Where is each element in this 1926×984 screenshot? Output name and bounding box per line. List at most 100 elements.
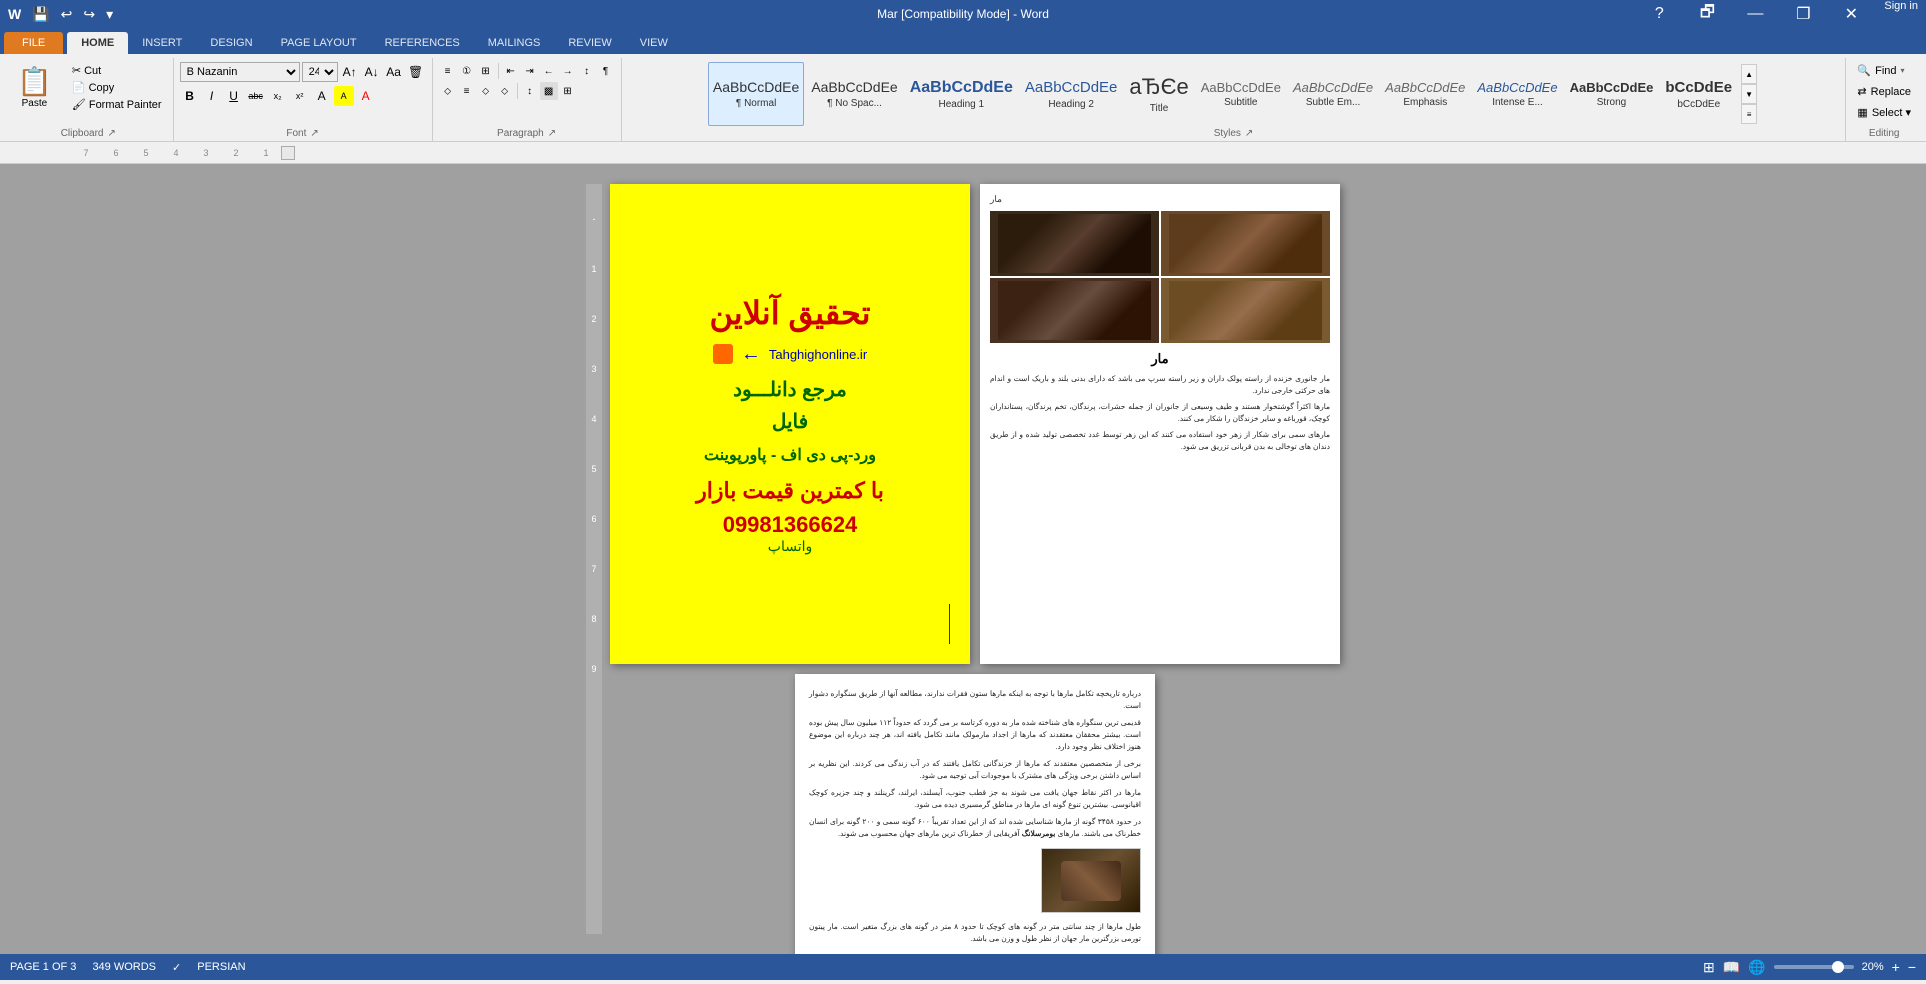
font-color-button[interactable]: A xyxy=(356,86,376,106)
borders-button[interactable]: ⊞ xyxy=(559,82,577,100)
style-no-spacing[interactable]: AaBbCcDdEe ¶ No Spac... xyxy=(806,62,902,126)
page-2-content: مار xyxy=(980,184,1340,664)
italic-button[interactable]: I xyxy=(202,86,222,106)
tab-insert[interactable]: INSERT xyxy=(128,32,196,54)
subscript-button[interactable]: x₂ xyxy=(268,86,288,106)
bullets-button[interactable]: ≡ xyxy=(439,62,457,80)
zoom-out-button[interactable]: − xyxy=(1908,959,1916,975)
find-button[interactable]: 🔍 Find ▾ xyxy=(1852,62,1909,79)
style-heading1[interactable]: AaBbCcDdEe Heading 1 xyxy=(905,62,1018,126)
bold-button[interactable]: B xyxy=(180,86,200,106)
styles-scroll-up[interactable]: ▲ xyxy=(1741,64,1757,84)
help-button[interactable]: ? xyxy=(1636,0,1682,28)
zoom-slider[interactable] xyxy=(1774,965,1854,969)
numbering-button[interactable]: ① xyxy=(458,62,476,80)
text-effects-button[interactable]: A xyxy=(312,86,332,106)
paragraph-expand-icon[interactable]: ↗ xyxy=(548,128,556,139)
zoom-thumb xyxy=(1832,961,1844,973)
style-title[interactable]: aЂЄe Title xyxy=(1124,62,1193,126)
page-2[interactable]: مار xyxy=(980,184,1340,664)
sort-button[interactable]: ↕ xyxy=(578,62,596,80)
tab-design[interactable]: DESIGN xyxy=(196,32,266,54)
restore-button[interactable]: 🗗 xyxy=(1684,0,1730,28)
ad-body: مرجع دانلـــودفایل ورد-پی دی اف - پاورپو… xyxy=(696,374,884,470)
style-heading2[interactable]: AaBbCcDdEe Heading 2 xyxy=(1020,62,1123,126)
text-highlight-button[interactable]: A xyxy=(334,86,354,106)
page3-para6: طول مارها از چند سانتی متر در گونه های ک… xyxy=(809,921,1141,945)
align-center-button[interactable]: ≡ xyxy=(458,82,476,100)
minimize-button[interactable]: — xyxy=(1732,0,1778,28)
ltr-button[interactable]: → xyxy=(559,62,577,80)
style-intense-emphasis-label: Intense E... xyxy=(1492,97,1543,108)
line-spacing-button[interactable]: ↕ xyxy=(521,82,539,100)
multilevel-list-button[interactable]: ⊞ xyxy=(477,62,495,80)
ruler-marker[interactable] xyxy=(281,146,295,160)
strikethrough-button[interactable]: abc xyxy=(246,86,266,106)
font-size-select[interactable]: 24 xyxy=(302,62,338,82)
cut-button[interactable]: ✂ Cut xyxy=(67,62,167,79)
page-1[interactable]: تحقیق آنلاین Tahghighonline.ir ← مرجع دا… xyxy=(610,184,970,664)
align-right-button[interactable]: ⬦ xyxy=(477,82,495,100)
increase-indent-button[interactable]: ⇥ xyxy=(521,62,539,80)
signin-label[interactable]: Sign in xyxy=(1884,0,1918,28)
page-3[interactable]: درباره تاریخچه تکامل مارها با توجه به ای… xyxy=(795,674,1155,954)
style-strong[interactable]: AaBbCcDdEe Strong xyxy=(1565,62,1659,126)
styles-expand-icon[interactable]: ↗ xyxy=(1245,128,1253,139)
close-button[interactable]: ✕ xyxy=(1828,0,1874,28)
style-subtitle[interactable]: AaBbCcDdEe Subtitle xyxy=(1196,62,1286,126)
rtl-button[interactable]: ← xyxy=(540,62,558,80)
zoom-in-button[interactable]: + xyxy=(1892,959,1900,975)
font-group-label: Font xyxy=(286,128,306,139)
redo-button[interactable]: ↪ xyxy=(79,4,99,25)
style-bccdde[interactable]: bCcDdEe bCcDdEe xyxy=(1660,62,1737,126)
styles-scroll-down[interactable]: ▼ xyxy=(1741,84,1757,104)
show-hide-button[interactable]: ¶ xyxy=(597,62,615,80)
select-button[interactable]: ▦ Select ▾ xyxy=(1852,104,1916,121)
undo-button[interactable]: ↩ xyxy=(57,4,77,25)
copy-button[interactable]: 📄 Copy xyxy=(67,79,167,96)
tab-file[interactable]: FILE xyxy=(4,32,63,54)
tab-page-layout[interactable]: PAGE LAYOUT xyxy=(267,32,371,54)
justify-button[interactable]: ⬦ xyxy=(496,82,514,100)
shading-button[interactable]: ▩ xyxy=(540,82,558,100)
page3-para5: در حدود ۳۴۵۸ گونه از مارها شناسایی شده ا… xyxy=(809,816,1141,840)
tab-mailings[interactable]: MAILINGS xyxy=(474,32,555,54)
pages-container: تحقیق آنلاین Tahghighonline.ir ← مرجع دا… xyxy=(610,184,1340,934)
tab-home[interactable]: HOME xyxy=(67,32,128,54)
style-emphasis[interactable]: AaBbCcDdEe Emphasis xyxy=(1380,62,1470,126)
maximize-button[interactable]: ❐ xyxy=(1780,0,1826,28)
underline-button[interactable]: U xyxy=(224,86,244,106)
web-layout-button[interactable]: 🌐 xyxy=(1748,959,1765,976)
tab-view[interactable]: VIEW xyxy=(626,32,682,54)
save-button[interactable]: 💾 xyxy=(28,4,53,25)
change-case-button[interactable]: Aa xyxy=(384,62,404,82)
ribbon: 📋 Paste ✂ Cut 📄 Copy 🖌 Format Painter xyxy=(0,54,1926,142)
paste-icon: 📋 xyxy=(17,65,52,98)
print-layout-view-button[interactable]: ⊞ xyxy=(1703,959,1715,976)
tab-references[interactable]: REFERENCES xyxy=(371,32,474,54)
ad-icon-small xyxy=(713,344,733,364)
paste-button[interactable]: 📋 Paste xyxy=(10,62,59,112)
tab-review[interactable]: REVIEW xyxy=(554,32,625,54)
decrease-indent-button[interactable]: ⇤ xyxy=(502,62,520,80)
font-name-select[interactable]: B Nazanin xyxy=(180,62,300,82)
clipboard-expand-icon[interactable]: ↗ xyxy=(108,128,116,139)
more-qa-button[interactable]: ▾ xyxy=(102,4,117,25)
styles-more[interactable]: ≡ xyxy=(1741,104,1757,124)
ruler-3: 3 xyxy=(191,148,221,158)
style-intense-emphasis[interactable]: AaBbCcDdEe Intense E... xyxy=(1472,62,1562,126)
clear-formatting-button[interactable]: 🗑 xyxy=(406,62,426,82)
replace-button[interactable]: ⇄ Replace xyxy=(1852,83,1916,100)
shrink-font-button[interactable]: A↓ xyxy=(362,62,382,82)
grow-font-button[interactable]: A↑ xyxy=(340,62,360,82)
read-mode-button[interactable]: 📖 xyxy=(1723,959,1740,976)
format-painter-button[interactable]: 🖌 Format Painter xyxy=(67,96,167,113)
align-left-button[interactable]: ⬦ xyxy=(439,82,457,100)
superscript-button[interactable]: x² xyxy=(290,86,310,106)
font-expand-icon[interactable]: ↗ xyxy=(310,128,318,139)
style-subtle-emphasis[interactable]: AaBbCcDdEe Subtle Em... xyxy=(1288,62,1378,126)
style-normal[interactable]: AaBbCcDdEe ¶ Normal xyxy=(708,62,804,126)
style-heading2-label: Heading 2 xyxy=(1048,99,1094,110)
styles-scroll-controls: ▲ ▼ ≡ xyxy=(1739,62,1759,126)
document-area[interactable]: -123456789 تحقیق آنلاین Tahghighonline.i… xyxy=(0,164,1926,954)
